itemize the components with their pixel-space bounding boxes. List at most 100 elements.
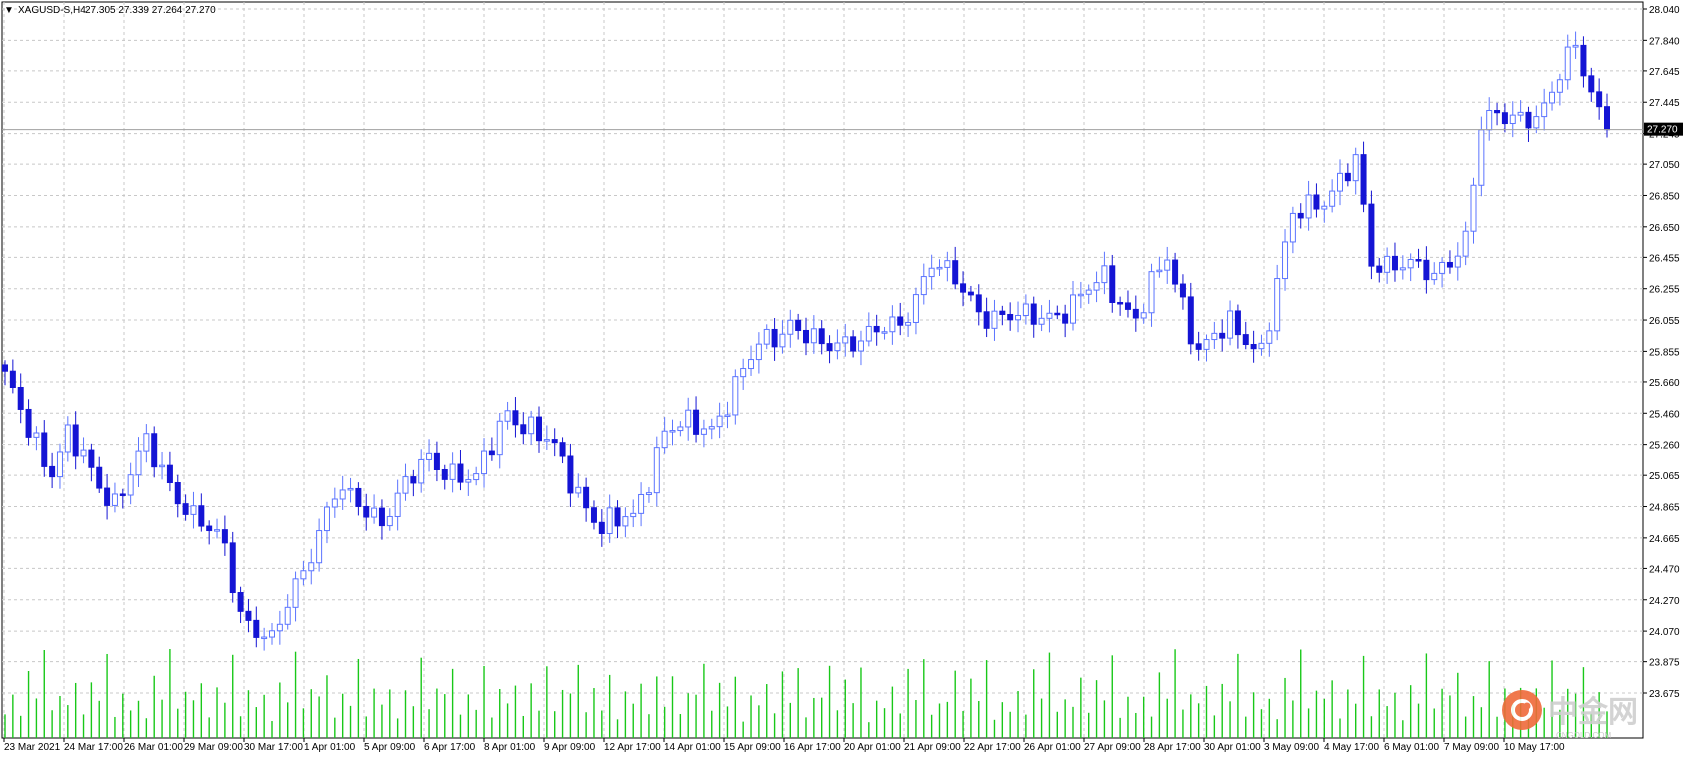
candle-body-bear xyxy=(1344,172,1351,182)
candle-body-bear xyxy=(104,487,111,506)
candle-body-bear xyxy=(1494,110,1501,114)
candle-body-bear xyxy=(410,476,417,484)
candle-body-bull xyxy=(661,430,668,449)
candle-body-bull xyxy=(284,606,291,625)
chart-header[interactable]: ▼ XAGUSD-S,H4 27.305 27.339 27.264 27.27… xyxy=(4,5,216,16)
candle-body-bull xyxy=(528,416,535,435)
candle-body-bull xyxy=(1101,265,1108,284)
candle-body-bear xyxy=(1195,343,1202,350)
y-tick-label: 26.055 xyxy=(1649,316,1680,327)
candle-body-bear xyxy=(952,260,959,285)
candle-body-bull xyxy=(316,530,323,564)
candle-body-bull xyxy=(292,578,299,608)
candle-body-bull xyxy=(1038,317,1045,325)
candle-body-bear xyxy=(795,319,802,331)
candle-body-bull xyxy=(669,430,676,433)
candle-body-bull xyxy=(1486,110,1493,131)
candle-body-bull xyxy=(1541,102,1548,118)
candle-body-bull xyxy=(1258,342,1265,350)
candle-body-bull xyxy=(630,512,637,518)
x-tick-label: 15 Apr 09:00 xyxy=(724,742,781,753)
candle-body-bear xyxy=(850,336,857,352)
candle-body-bull xyxy=(865,325,872,342)
y-tick-label: 25.260 xyxy=(1649,441,1680,452)
candle-body-bull xyxy=(1352,154,1359,182)
x-tick-label: 20 Apr 01:00 xyxy=(844,742,901,753)
candle-body-bear xyxy=(1030,303,1037,325)
candle-body-bull xyxy=(1549,91,1556,104)
chart-window[interactable]: 28.04027.84027.64527.44527.24527.05026.8… xyxy=(0,0,1683,762)
candle-body-bull xyxy=(1533,116,1540,129)
candle-body-bull xyxy=(418,458,425,484)
candle-body-bear xyxy=(1313,194,1320,210)
candle-body-bear xyxy=(119,493,126,496)
y-tick-label: 25.460 xyxy=(1649,409,1680,420)
candle-body-bull xyxy=(716,415,723,428)
candle-body-bull xyxy=(912,294,919,323)
candle-body-bear xyxy=(1117,301,1124,305)
candle-body-bull xyxy=(1148,271,1155,314)
candle-body-bear xyxy=(488,450,495,456)
candle-body-bull xyxy=(323,506,330,532)
x-tick-label: 26 Apr 01:00 xyxy=(1024,742,1081,753)
candle-body-bear xyxy=(1446,261,1453,268)
candle-body-bear xyxy=(567,455,574,494)
triangle-down-icon[interactable]: ▼ xyxy=(4,5,14,16)
x-tick-label: 6 Apr 17:00 xyxy=(424,742,476,753)
x-tick-label: 5 Apr 09:00 xyxy=(364,742,416,753)
candle-body-bull xyxy=(1015,314,1022,321)
candle-body-bull xyxy=(991,310,998,329)
candle-body-bull xyxy=(889,316,896,333)
x-tick-label: 9 Apr 09:00 xyxy=(544,742,596,753)
y-tick-label: 24.270 xyxy=(1649,596,1680,607)
candle-body-bull xyxy=(740,368,747,378)
candle-body-bear xyxy=(693,409,700,435)
candle-body-bull xyxy=(1321,205,1328,210)
candle-body-bull xyxy=(732,376,739,416)
candle-body-bear xyxy=(536,416,542,442)
candle-body-bull xyxy=(1211,332,1218,341)
candle-body-bull xyxy=(700,428,707,435)
candle-body-bear xyxy=(457,463,464,483)
candle-body-bull xyxy=(944,260,951,268)
candle-body-bull xyxy=(920,276,927,296)
candle-body-bull xyxy=(1274,278,1281,332)
candle-body-bear xyxy=(206,525,213,532)
candle-body-bull xyxy=(308,562,315,572)
candle-body-bear xyxy=(245,610,252,621)
y-tick-label: 27.050 xyxy=(1649,160,1680,171)
candle-body-bull xyxy=(1439,261,1446,274)
candle-body-bear xyxy=(1525,111,1532,129)
candle-body-bull xyxy=(724,414,731,417)
candle-body-bull xyxy=(779,333,786,348)
y-tick-label: 24.470 xyxy=(1649,564,1680,575)
candle-body-bull xyxy=(1305,194,1312,219)
x-tick-label: 30 Apr 01:00 xyxy=(1204,742,1261,753)
candle-body-bull xyxy=(339,489,346,500)
candle-body-bull xyxy=(1517,111,1524,116)
candle-body-bull xyxy=(606,507,613,534)
candle-body-bear xyxy=(88,449,95,468)
candle-body-bull xyxy=(857,340,864,352)
candle-body-bear xyxy=(520,424,527,435)
candle-body-bear xyxy=(967,291,974,296)
candle-body-bull xyxy=(1046,312,1053,319)
swirl-dot xyxy=(1523,702,1531,710)
candle xyxy=(1368,190,1375,280)
candle-body-bear xyxy=(590,507,597,523)
candle-body-bull xyxy=(1329,190,1336,207)
candle-body-bull xyxy=(1572,44,1579,48)
candle-body-bear xyxy=(1297,212,1304,219)
candle-body-bear xyxy=(221,529,228,544)
y-tick-label: 26.850 xyxy=(1649,191,1680,202)
candlestick-chart[interactable]: 28.04027.84027.64527.44527.24527.05026.8… xyxy=(0,0,1683,762)
candle-body-bull xyxy=(1227,310,1234,339)
candle-body-bear xyxy=(1109,265,1116,303)
cngold-swirl-icon xyxy=(1502,690,1542,730)
candle-body-bull xyxy=(708,426,715,430)
price-label: 27.270 xyxy=(1644,122,1683,136)
candle-body-bull xyxy=(481,450,488,475)
candle-body-bull xyxy=(276,623,283,632)
candle-body-bear xyxy=(614,507,621,527)
candle-body-bull xyxy=(496,420,503,456)
